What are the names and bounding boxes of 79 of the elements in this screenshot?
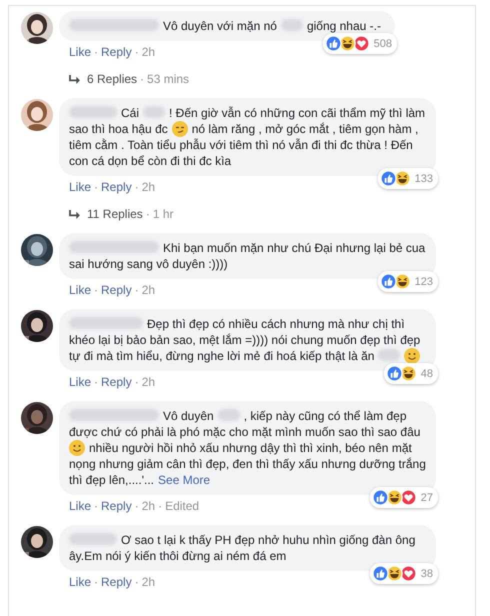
separator-dot: · bbox=[134, 575, 139, 589]
separator-dot: · bbox=[146, 206, 150, 222]
separator-dot: · bbox=[94, 45, 98, 59]
blurred-word bbox=[280, 19, 303, 31]
like-icon bbox=[372, 489, 389, 506]
comment-text: Vô duyên với mặn nó giống nhau -.- bbox=[69, 18, 385, 34]
comment-action-link[interactable]: Like bbox=[69, 45, 92, 59]
reaction-summary[interactable]: 48 bbox=[384, 363, 438, 384]
laughing-face-icon bbox=[386, 489, 403, 506]
reaction-summary[interactable]: 508 bbox=[322, 33, 397, 54]
comment-text: Đẹp thì đẹp có nhiều cách nhưng mà như chị thì khéo lại bị bảo bản sao, mệt lắm =)))) nói chung muốn đẹp thì đẹp tự đi mà tìm hiểu, đừng nghe lời mẻ đi hoá kiếp thật là ăn bbox=[69, 316, 422, 364]
comment-text: Cái ! Đến giờ vẫn có những con cãi thẩm mỹ thì làm sao thì hoa hậu đc nó làm răng , mở góc mắt , tiêm gọn hàm , tiêm cằm . Toàn tiểu phẫu với tiêm thì nó vẫn đi thi đc thừa ! Đến con cá dọn bể còn đi thi đc kìa bbox=[69, 105, 426, 169]
replies-time: 53 mins bbox=[147, 71, 190, 87]
blurred-name bbox=[69, 533, 117, 545]
separator-dot: · bbox=[134, 283, 139, 297]
reaction-summary[interactable]: 133 bbox=[378, 168, 438, 189]
like-icon bbox=[380, 273, 397, 290]
comment-action-link[interactable]: Reply bbox=[101, 375, 132, 389]
comment-action-link[interactable]: Like bbox=[69, 375, 92, 389]
like-icon bbox=[386, 365, 403, 382]
separator-dot: · bbox=[140, 71, 144, 87]
comment-action-link[interactable]: Reply bbox=[101, 180, 132, 194]
comment-text: Vô duyên , kiếp này cũng có thể làm đẹp được chứ có phải là phó mặc cho mặt mình muốn sao thì sao đâu nhiều người hồi nhỏ xấu nhưng dậy thì thì xinh, béo nên mặt nọng nhưng giảm cân thì đẹp, đen thì thấy xấu nhưng dưỡng trắng thì đẹp lên,....'... See More bbox=[69, 408, 426, 488]
laughing-face-icon bbox=[338, 35, 356, 52]
separator-dot: · bbox=[134, 499, 139, 513]
comment-time[interactable]: 2h bbox=[142, 283, 156, 297]
replies-time: 1 hr bbox=[152, 206, 174, 222]
comment-action-link[interactable]: Like bbox=[69, 575, 92, 589]
separator-dot: · bbox=[94, 283, 98, 297]
blurred-name bbox=[69, 106, 117, 118]
view-replies-link[interactable]: 11 Replies bbox=[87, 206, 143, 222]
reaction-count: 123 bbox=[414, 274, 433, 290]
separator-dot: · bbox=[158, 499, 162, 513]
like-icon bbox=[380, 170, 397, 187]
laughing-face-icon bbox=[400, 365, 417, 382]
comment-time[interactable]: 2h bbox=[142, 375, 156, 389]
smiley-icon bbox=[69, 440, 85, 456]
comment-action-link[interactable]: Reply bbox=[101, 283, 132, 297]
comment-action-link[interactable]: Reply bbox=[101, 575, 132, 589]
reaction-count: 133 bbox=[414, 172, 433, 186]
reaction-summary[interactable]: 123 bbox=[378, 271, 438, 292]
like-icon bbox=[324, 35, 342, 52]
separator-dot: · bbox=[94, 375, 98, 389]
comment-time[interactable]: 2h bbox=[142, 575, 156, 589]
comment-action-link[interactable]: Like bbox=[69, 499, 92, 513]
reaction-count: 508 bbox=[374, 36, 392, 52]
comment-action-link[interactable]: Like bbox=[69, 283, 92, 297]
comment-text: Ơ sao t lại k thấy PH đẹp nhở huhu nhìn giống đàn ông ây.Em nói ý kiến thôi đừng ai ném đá em bbox=[69, 532, 416, 564]
smiley-icon bbox=[404, 348, 420, 364]
separator-dot: · bbox=[134, 375, 139, 389]
smirk-icon bbox=[172, 121, 188, 137]
reaction-count: 48 bbox=[420, 366, 433, 382]
blurred-word bbox=[143, 106, 166, 118]
comment-time[interactable]: 2h bbox=[142, 499, 156, 513]
laughing-face-icon bbox=[394, 273, 411, 290]
blurred-word bbox=[378, 349, 400, 361]
blurred-word bbox=[218, 409, 240, 421]
comment-action-link[interactable]: Reply bbox=[101, 499, 132, 513]
separator-dot: · bbox=[134, 45, 139, 59]
separator-dot: · bbox=[94, 180, 98, 194]
reaction-summary[interactable]: 38 bbox=[370, 563, 438, 584]
reaction-count: 27 bbox=[420, 490, 433, 506]
separator-dot: · bbox=[94, 575, 98, 589]
comment-text: Khi bạn muốn mặn như chú Đại nhưng lại bẻ cua sai hướng sang vô duyên :)))) bbox=[69, 240, 426, 272]
view-replies-link[interactable]: 6 Replies bbox=[87, 71, 138, 87]
comment-action-link[interactable]: Like bbox=[69, 180, 92, 194]
separator-dot: · bbox=[94, 499, 98, 513]
comment-action-link[interactable]: Reply bbox=[101, 45, 132, 59]
comment-time[interactable]: 2h bbox=[142, 45, 156, 59]
separator-dot: · bbox=[134, 180, 139, 194]
reply-arrow-icon bbox=[69, 210, 80, 218]
reaction-count: 38 bbox=[420, 566, 433, 582]
like-icon bbox=[372, 565, 389, 582]
reaction-summary[interactable]: 27 bbox=[370, 487, 438, 508]
comment-time[interactable]: 2h bbox=[142, 180, 156, 194]
edited-label[interactable]: Edited bbox=[165, 499, 200, 513]
reply-arrow-icon bbox=[69, 74, 80, 84]
laughing-face-icon bbox=[386, 565, 403, 582]
laughing-face-icon bbox=[394, 170, 411, 187]
